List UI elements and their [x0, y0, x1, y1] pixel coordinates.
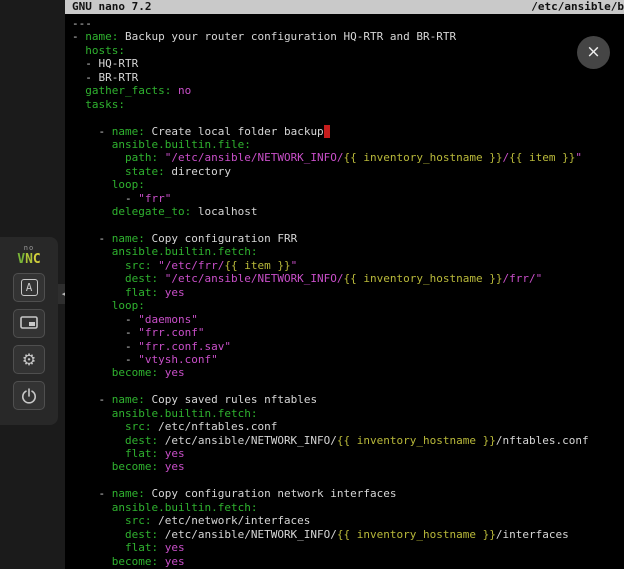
- terminal-window: GNU nano 7.2 /etc/ansible/b ---- name: B…: [65, 0, 624, 569]
- editor-line: [72, 219, 624, 232]
- vnc-sidebar: no VNC A ⚙ ◀: [0, 0, 65, 569]
- nano-titlebar: GNU nano 7.2 /etc/ansible/b: [65, 0, 624, 14]
- editor-line: - name: Copy configuration FRR: [72, 232, 624, 245]
- extra-keys-button[interactable]: A: [13, 273, 45, 302]
- disconnect-button[interactable]: [13, 381, 45, 410]
- editor-line: src: /etc/network/interfaces: [72, 514, 624, 527]
- editor-line: flat: yes: [72, 447, 624, 460]
- editor-line: - HQ-RTR: [72, 57, 624, 70]
- editor-line: ansible.builtin.file:: [72, 138, 624, 151]
- editor-line: - "frr.conf": [72, 326, 624, 339]
- editor-line: ansible.builtin.fetch:: [72, 407, 624, 420]
- editor-line: path: "/etc/ansible/NETWORK_INFO/{{ inve…: [72, 151, 624, 164]
- novnc-logo: no VNC: [0, 243, 58, 266]
- editor-line: - name: Copy configuration network inter…: [72, 487, 624, 500]
- editor-line: delegate_to: localhost: [72, 205, 624, 218]
- editor-line: state: directory: [72, 165, 624, 178]
- editor-line: ansible.builtin.fetch:: [72, 245, 624, 258]
- fullscreen-button[interactable]: [13, 309, 45, 338]
- editor-line: dest: "/etc/ansible/NETWORK_INFO/{{ inve…: [72, 272, 624, 285]
- vnc-control-panel: no VNC A ⚙: [0, 237, 58, 425]
- editor-line: become: yes: [72, 460, 624, 473]
- editor-line: [72, 474, 624, 487]
- close-button[interactable]: ×: [577, 36, 610, 69]
- extra-keys-icon: A: [21, 279, 38, 296]
- editor-line: - "vtysh.conf": [72, 353, 624, 366]
- editor-content[interactable]: ---- name: Backup your router configurat…: [65, 14, 624, 568]
- editor-line: - "daemons": [72, 313, 624, 326]
- editor-line: [72, 380, 624, 393]
- editor-line: src: /etc/nftables.conf: [72, 420, 624, 433]
- settings-button[interactable]: ⚙: [13, 345, 45, 374]
- gear-icon: ⚙: [22, 352, 36, 368]
- editor-line: become: yes: [72, 555, 624, 568]
- editor-line: - "frr": [72, 192, 624, 205]
- editor-line: - "frr.conf.sav": [72, 340, 624, 353]
- novnc-logo-text: VNC: [0, 253, 58, 266]
- editor-line: flat: yes: [72, 541, 624, 554]
- editor-line: - name: Create local folder backup: [72, 125, 624, 138]
- screen: no VNC A ⚙ ◀: [0, 0, 624, 569]
- file-path-label: /etc/ansible/b: [531, 0, 624, 14]
- power-icon: [20, 387, 38, 405]
- editor-line: gather_facts: no: [72, 84, 624, 97]
- editor-line: loop:: [72, 299, 624, 312]
- nano-version-label: GNU nano 7.2: [72, 0, 151, 14]
- editor-line: dest: /etc/ansible/NETWORK_INFO/{{ inven…: [72, 528, 624, 541]
- editor-line: loop:: [72, 178, 624, 191]
- text-cursor: [324, 125, 331, 138]
- editor-line: tasks:: [72, 98, 624, 111]
- editor-line: hosts:: [72, 44, 624, 57]
- editor-line: flat: yes: [72, 286, 624, 299]
- editor-line: dest: /etc/ansible/NETWORK_INFO/{{ inven…: [72, 434, 624, 447]
- editor-line: ansible.builtin.fetch:: [72, 501, 624, 514]
- editor-line: ---: [72, 17, 624, 30]
- fullscreen-icon: [20, 316, 38, 331]
- editor-line: become: yes: [72, 366, 624, 379]
- editor-line: - BR-RTR: [72, 71, 624, 84]
- editor-line: [72, 111, 624, 124]
- editor-line: - name: Backup your router configuration…: [72, 30, 624, 43]
- editor-line: - name: Copy saved rules nftables: [72, 393, 624, 406]
- editor-line: src: "/etc/frr/{{ item }}": [72, 259, 624, 272]
